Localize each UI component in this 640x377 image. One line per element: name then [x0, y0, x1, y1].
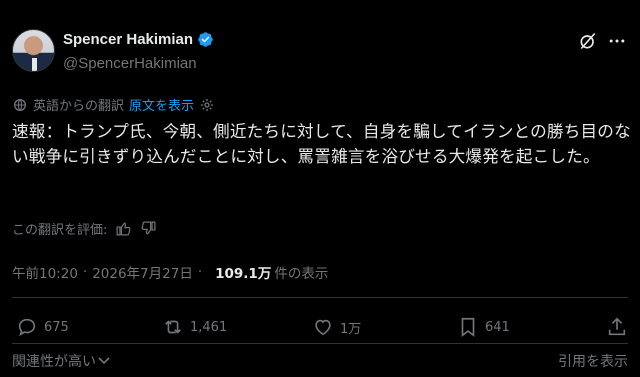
show-original-link[interactable]: 原文を表示 [129, 95, 194, 114]
sort-relevance-label: 関連性が高い [12, 354, 96, 370]
rate-translation-label: この翻訳を評価: [12, 223, 108, 238]
bookmark-button[interactable]: 641 [457, 316, 510, 338]
divider [12, 343, 628, 344]
grok-icon[interactable] [578, 31, 598, 51]
tweet-text: 速報：トランプ氏、今朝、側近たちに対して、自身を騙してイランとの勝ち目のない戦争… [12, 122, 631, 166]
like-button[interactable]: 1万 [312, 316, 361, 338]
globe-icon [14, 98, 26, 111]
verified-badge-icon [198, 32, 213, 47]
view-quotes-link[interactable]: 引用を表示 [558, 351, 628, 371]
sort-relevance-dropdown[interactable]: 関連性が高い [12, 351, 110, 371]
thumbs-down-icon[interactable] [140, 220, 157, 237]
repost-count: 1,461 [190, 319, 228, 335]
reply-button[interactable]: 675 [16, 316, 69, 338]
bookmark-icon [461, 317, 475, 337]
meta-separator-2: · [197, 264, 203, 280]
tweet-meta: 午前10:20 · 2026年7月27日 · 109.1万 件の表示 [12, 262, 328, 282]
author-handle[interactable]: @SpencerHakimian [63, 55, 197, 72]
translation-row: 英語からの翻訳 原文を表示 [12, 95, 215, 114]
tweet-header: Spencer Hakimian @SpencerHakimian [12, 29, 628, 79]
rate-translation-row: この翻訳を評価: [12, 219, 157, 238]
reply-count: 675 [44, 319, 69, 335]
heart-icon [315, 319, 331, 336]
author-name-row: Spencer Hakimian [63, 31, 214, 48]
divider [12, 297, 628, 298]
bookmark-count: 641 [485, 319, 510, 335]
gear-icon[interactable] [199, 97, 215, 113]
reply-icon [18, 318, 36, 337]
more-options-icon[interactable] [606, 31, 628, 51]
like-count: 1万 [340, 321, 362, 337]
author-display-name[interactable]: Spencer Hakimian [63, 31, 193, 48]
action-bar: 675 1,461 1万 641 [12, 316, 628, 338]
thumbs-up-icon[interactable] [115, 220, 132, 237]
repost-button[interactable]: 1,461 [162, 316, 227, 338]
views-label: 件の表示 [274, 266, 329, 282]
views-count[interactable]: 109.1万 [215, 262, 271, 282]
translation-label: 英語からの翻訳 [33, 99, 125, 114]
repost-icon [165, 320, 181, 334]
tweet-date[interactable]: 2026年7月27日 [92, 262, 193, 282]
tweet-time[interactable]: 午前10:20 [12, 262, 78, 282]
meta-separator: · [82, 264, 88, 280]
avatar[interactable] [12, 29, 55, 72]
chevron-down-icon [98, 357, 110, 365]
share-button[interactable] [606, 316, 628, 338]
share-icon [608, 317, 626, 336]
